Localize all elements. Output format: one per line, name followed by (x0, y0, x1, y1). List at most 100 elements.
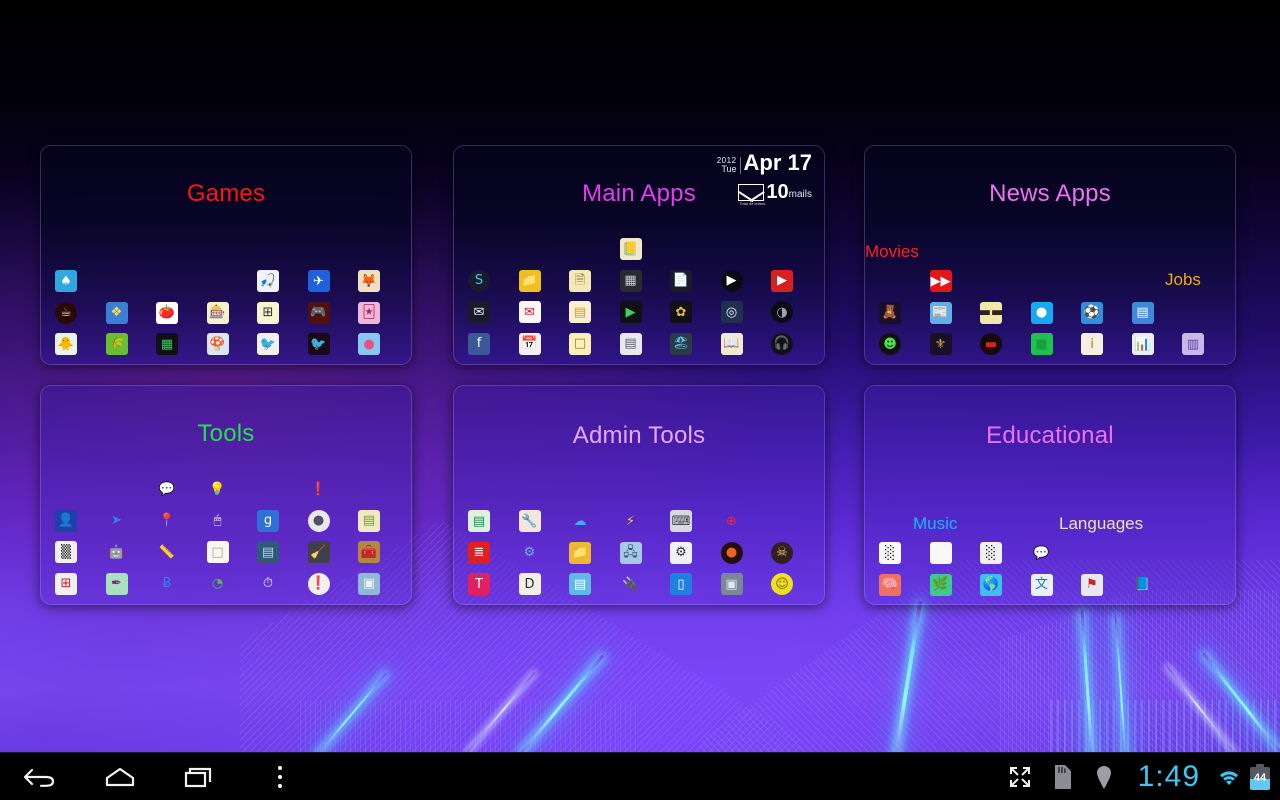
sudoku-game-icon[interactable]: ⊞ (257, 301, 279, 324)
notepad-tool-icon[interactable]: □ (206, 541, 229, 563)
spreadsheet-admin-icon[interactable]: ▤ (468, 510, 490, 532)
folder-panel-educational[interactable]: Educational Music Languages ░ ░ 💬 🧠 🌿 🌎 文 ⚑ 📘 (864, 385, 1236, 605)
magazine-news-icon[interactable]: ▤ (1131, 301, 1154, 324)
folder-panel-tools[interactable]: Tools 💬 💡 ❗ 👤 ➤ 📍 🖱 g ● ▤ ▒ 🤖 📏 □ ▤ 🧹 🧰 ⊞ ✒ Ƀ ◔ ⏱ ❗ ▣ (40, 385, 412, 605)
photos-app-icon[interactable]: ✿ (670, 301, 692, 323)
geek-news-icon[interactable]: ☻ (879, 333, 901, 355)
bird-game-icon[interactable]: 🐥 (55, 333, 77, 355)
nature-edu-icon[interactable]: 🌿 (929, 573, 952, 596)
process-admin-icon[interactable]: ⚙ (670, 541, 692, 564)
navigation-tool-icon[interactable]: ➤ (106, 510, 128, 532)
film-reel-icon[interactable]: ▬▬ (980, 301, 1002, 324)
skype-app-icon[interactable]: S (468, 269, 490, 292)
media-player-icon[interactable]: ▶ (720, 269, 743, 292)
festival-news-icon[interactable]: ⚜ (929, 333, 952, 355)
keyboard-admin-icon[interactable]: ⌨ (670, 510, 692, 532)
documents-app-icon[interactable]: 📄 (670, 269, 692, 292)
shooter-game-icon[interactable]: 🎮 (307, 301, 330, 324)
news-reader-icon[interactable]: ▥ (1182, 333, 1204, 355)
maps-tool-icon[interactable]: ▤ (358, 509, 380, 532)
cube-game-icon[interactable]: ▦ (156, 333, 178, 355)
database-admin-icon[interactable]: ≣ (468, 541, 490, 564)
farm-game-icon[interactable]: 🌾 (105, 333, 128, 355)
puzzle-game-icon[interactable]: ❖ (105, 301, 128, 324)
mascot-news-icon[interactable]: 🧸 (879, 301, 901, 324)
tomato-game-icon[interactable]: 🍅 (156, 301, 178, 324)
screenshot-tool-icon[interactable]: ▣ (358, 572, 380, 595)
device-admin-icon[interactable]: ▯ (670, 573, 692, 595)
hardware-admin-icon[interactable]: 🔌 (620, 573, 642, 595)
chat-tool-icon[interactable]: 💬 (156, 478, 178, 500)
chrome-app-icon[interactable]: ◎ (720, 301, 743, 323)
mail-count-widget[interactable]: Total de letters 10 mails (738, 182, 812, 205)
status-clock[interactable]: 1:49 (1124, 760, 1208, 794)
home-button[interactable] (80, 753, 160, 800)
folder-panel-main-apps[interactable]: Main Apps 📒 S 📁 🗎 ▦ 📄 ▶ ▶ ✉ ✉ ▤ ▶ ✿ ◎ ◑ f 📅 □ ▤ 🏖 📖 🎧 2012 Tue Ap… (453, 145, 825, 365)
google-search-icon[interactable]: g (257, 509, 279, 532)
notebook-app-icon[interactable]: 📒 (619, 238, 642, 260)
mouse-tool-icon[interactable]: 🖱 (207, 510, 229, 532)
warning-tool-icon[interactable]: ❗ (307, 572, 330, 595)
solitaire-game-icon[interactable]: ♠ (55, 270, 77, 292)
android-tool-icon[interactable]: 🤖 (106, 541, 128, 563)
sports-news-icon[interactable]: ⚽ (1081, 301, 1103, 324)
music-app-icon[interactable]: 🎧 (771, 332, 793, 355)
ruler-tool-icon[interactable]: 📏 (156, 541, 178, 563)
fullscreen-button[interactable] (998, 753, 1042, 800)
battery-indicator[interactable]: 44 (1250, 763, 1270, 790)
cloud-admin-icon[interactable]: ☁ (569, 510, 591, 532)
folder-panel-news-apps[interactable]: News AppsMoviesJobs▶▶🧸📰▬▬●⚽▤☻⚜▬■i📊▥ (864, 145, 1236, 365)
map-pin-tool-icon[interactable]: 📍 (156, 510, 178, 532)
power-admin-icon[interactable]: ⚡ (620, 510, 642, 532)
date-widget[interactable]: 2012 Tue Apr 17 (717, 152, 812, 174)
ssh-admin-icon[interactable]: ● (720, 541, 743, 564)
alert-tool-icon[interactable]: ❗ (308, 478, 330, 500)
angry-birds-game-icon[interactable]: 🐦 (257, 333, 279, 355)
brain-edu-icon[interactable]: 🧠 (879, 573, 901, 596)
notes-app-icon[interactable]: 🗎 (569, 269, 591, 292)
timer-tool-icon[interactable]: ⏱ (257, 573, 279, 595)
cleaner-tool-icon[interactable]: 🧹 (307, 541, 330, 563)
emoji-admin-icon[interactable]: ☺ (771, 573, 793, 595)
gallery-app-icon[interactable]: 🏖 (670, 332, 692, 355)
location-indicator[interactable] (1084, 753, 1124, 800)
dev-tools-admin-icon[interactable]: 🔧 (518, 510, 541, 532)
flag-edu-icon[interactable]: ⚑ (1081, 573, 1103, 596)
lifesaver-admin-icon[interactable]: ⊕ (721, 510, 743, 532)
qr-scanner-icon[interactable]: ▒ (55, 541, 77, 563)
sticky-notes-icon[interactable]: □ (569, 332, 591, 355)
folder-panel-games[interactable]: Games ♠ 🎣 ✈ 🦊 ☕ ❖ 🍅 🎰 ⊞ 🎮 🃏 🐥 🌾 ▦ 🍄 🐦 🐦 ● (40, 145, 412, 365)
keyboard-edu-icon[interactable]: ░ (980, 542, 1002, 564)
settings-admin-icon[interactable]: ⚙ (519, 542, 541, 564)
youtube-news-icon[interactable]: ▶▶ (929, 270, 952, 292)
play-store-icon[interactable]: ▶ (619, 301, 642, 323)
browser-app-icon[interactable]: ◑ (771, 301, 793, 323)
bluetooth-tool-icon[interactable]: Ƀ (156, 573, 178, 595)
terminal-tool-icon[interactable]: ▤ (257, 541, 279, 563)
mail-app-icon[interactable]: ✉ (468, 301, 490, 323)
facebook-app-icon[interactable]: f (468, 332, 490, 355)
translate-chat-icon[interactable]: 💬 (1031, 542, 1053, 564)
mario-game-icon[interactable]: 🍄 (206, 333, 229, 355)
plane-game-icon[interactable]: ✈ (307, 270, 330, 292)
newspaper-app-icon[interactable]: 📰 (929, 301, 952, 324)
dosbox-admin-icon[interactable]: D (518, 573, 541, 595)
calculator-app-icon[interactable]: ▦ (619, 269, 642, 292)
slots-game-icon[interactable]: 🎰 (206, 301, 229, 324)
folder-panel-admin-tools[interactable]: Admin Tools ▤ 🔧 ☁ ⚡ ⌨ ⊕ ≣ ⚙ 📁 🖧 ⚙ ● ☠ T D ▤ 🔌 ▯ ▣ ☺ (453, 385, 825, 605)
folder-admin-icon[interactable]: 📁 (569, 541, 591, 564)
pie-chart-tool-icon[interactable]: ◔ (207, 573, 229, 595)
lightbulb-tool-icon[interactable]: 💡 (207, 478, 229, 500)
contacts-tool-icon[interactable]: 👤 (55, 509, 77, 532)
signature-tool-icon[interactable]: ✒ (105, 572, 128, 595)
network-admin-icon[interactable]: 🖧 (619, 541, 642, 564)
gmail-app-icon[interactable]: ✉ (518, 301, 541, 323)
adventure-game-icon[interactable]: 🦊 (358, 270, 380, 292)
root-admin-icon[interactable]: ☠ (771, 541, 793, 564)
whitenote-edu-icon[interactable] (929, 542, 952, 564)
piano-edu-icon[interactable]: ░ (879, 542, 901, 564)
wifi-indicator[interactable] (1208, 753, 1250, 800)
back-button[interactable] (0, 753, 80, 800)
weather-news-icon[interactable]: ● (1030, 301, 1053, 324)
bubble-game-icon[interactable]: ● (358, 333, 380, 355)
